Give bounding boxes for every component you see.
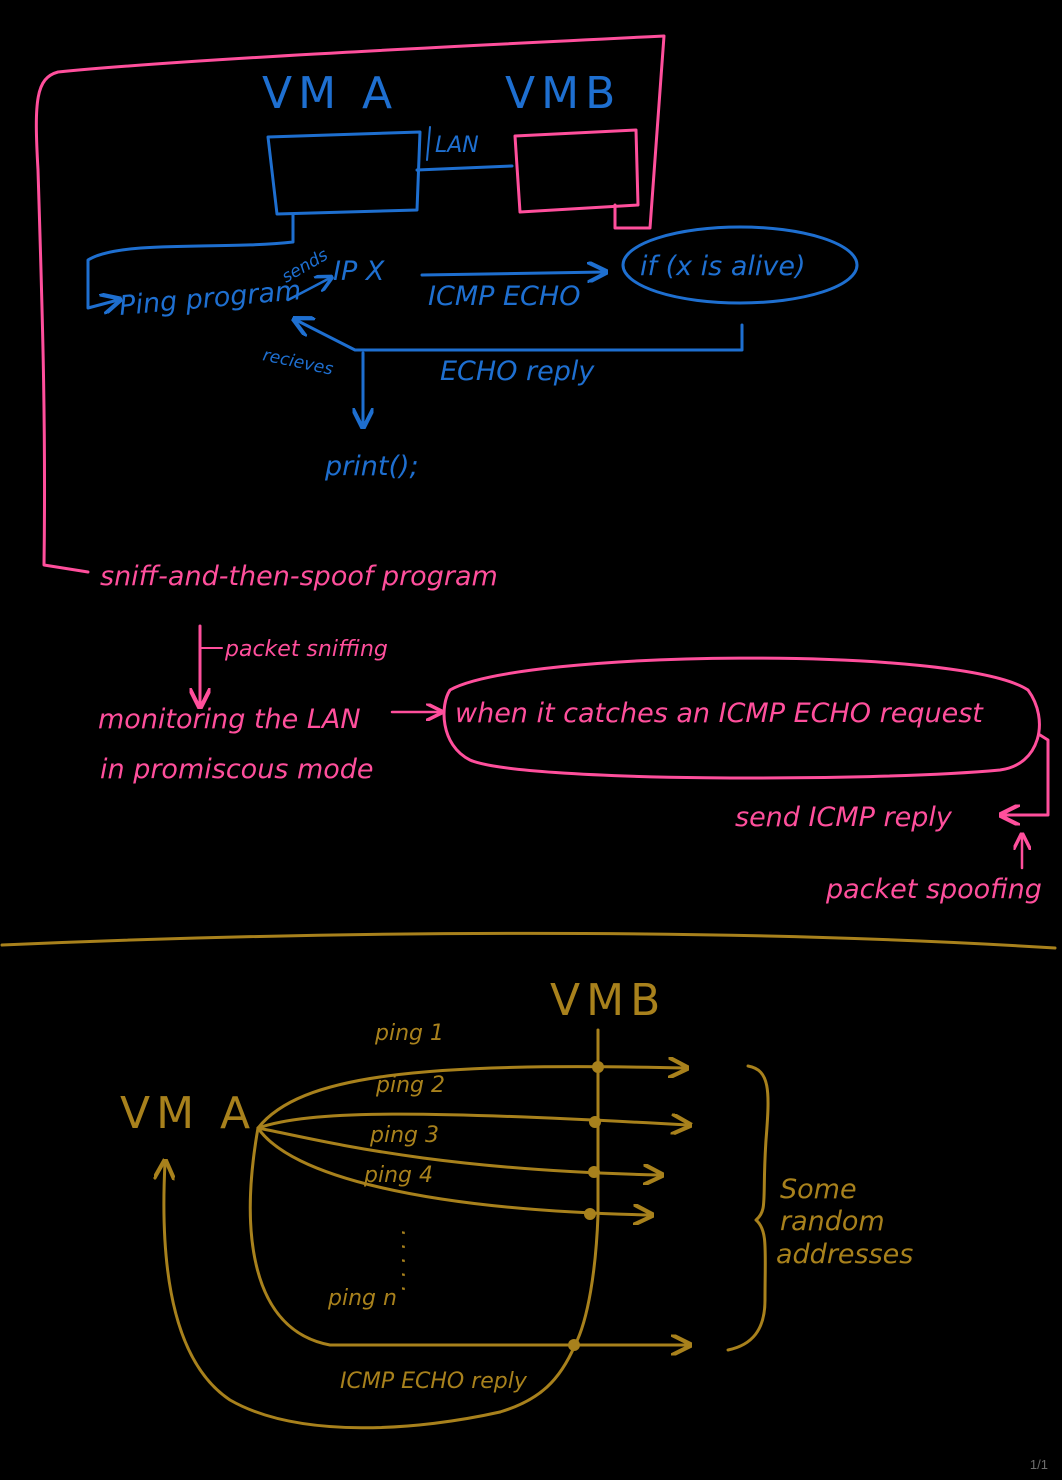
monitoring-line1: monitoring the LAN	[98, 704, 361, 735]
catches-label: when it catches an ICMP ECHO request	[455, 698, 984, 729]
send-reply-label: send ICMP reply	[735, 802, 953, 833]
packet-sniffing-label: packet sniffing	[224, 637, 388, 662]
ping-1-label: ping 1	[374, 1021, 444, 1046]
random-line3: addresses	[776, 1239, 913, 1270]
vm-a-box	[266, 130, 422, 216]
intersection-dot	[588, 1166, 600, 1178]
intersection-dot	[592, 1061, 604, 1073]
random-line2: random	[780, 1206, 885, 1237]
vm-a-label: VM A	[262, 68, 398, 119]
echo-reply-label: ECHO reply	[440, 356, 595, 387]
lan-label: LAN	[435, 133, 479, 158]
ping-3-label: ping 3	[369, 1123, 439, 1148]
intersection-dot	[584, 1208, 596, 1220]
ping-curve	[248, 1126, 688, 1345]
intersection-dot	[589, 1116, 601, 1128]
lan-link	[415, 164, 514, 172]
if-alive-label: if (x is alive)	[640, 251, 806, 282]
echo-reply-path	[296, 320, 744, 352]
receives-label: recieves	[261, 345, 335, 379]
ping-4-label: ping 4	[363, 1163, 433, 1188]
top-diagram	[34, 34, 1050, 870]
ping-curve	[256, 1067, 685, 1130]
ping-curve	[256, 1112, 688, 1128]
vm-b-label: VMB	[505, 68, 621, 119]
sniff-program-label: sniff-and-then-spoof program	[100, 561, 498, 592]
bottom-vm-a-label: VM A	[120, 1088, 256, 1139]
icmp-echo-arrow	[420, 272, 604, 275]
icmp-echo-label: ICMP ECHO	[428, 281, 580, 312]
vm-b-box	[513, 128, 640, 214]
packet-spoofing-label: packet spoofing	[825, 874, 1042, 905]
ellipsis-label: . . . . .	[396, 1230, 421, 1293]
ip-x-label: IP X	[333, 256, 385, 287]
random-line1: Some	[780, 1174, 857, 1205]
catch-to-reply-path	[1003, 733, 1050, 815]
ping-n-label: ping n	[327, 1286, 397, 1311]
section-divider	[0, 931, 1057, 950]
print-label: print();	[324, 451, 419, 482]
page-indicator: 1/1	[1029, 1457, 1048, 1472]
vm-b-line	[498, 1028, 600, 1414]
lan-bracket-left	[426, 126, 431, 161]
intersection-dot	[568, 1339, 580, 1351]
reply-label: ICMP ECHO reply	[340, 1369, 528, 1394]
ping-2-label: ping 2	[375, 1073, 445, 1098]
curly-brace	[726, 1064, 770, 1352]
sketch-canvas: VM A VMB LAN Ping program sends IP X ICM…	[0, 34, 1057, 1430]
bottom-vm-b-label: VMB	[550, 975, 666, 1026]
monitoring-line2: in promiscous mode	[100, 754, 374, 785]
ping-program-label: Ping program	[118, 275, 302, 322]
